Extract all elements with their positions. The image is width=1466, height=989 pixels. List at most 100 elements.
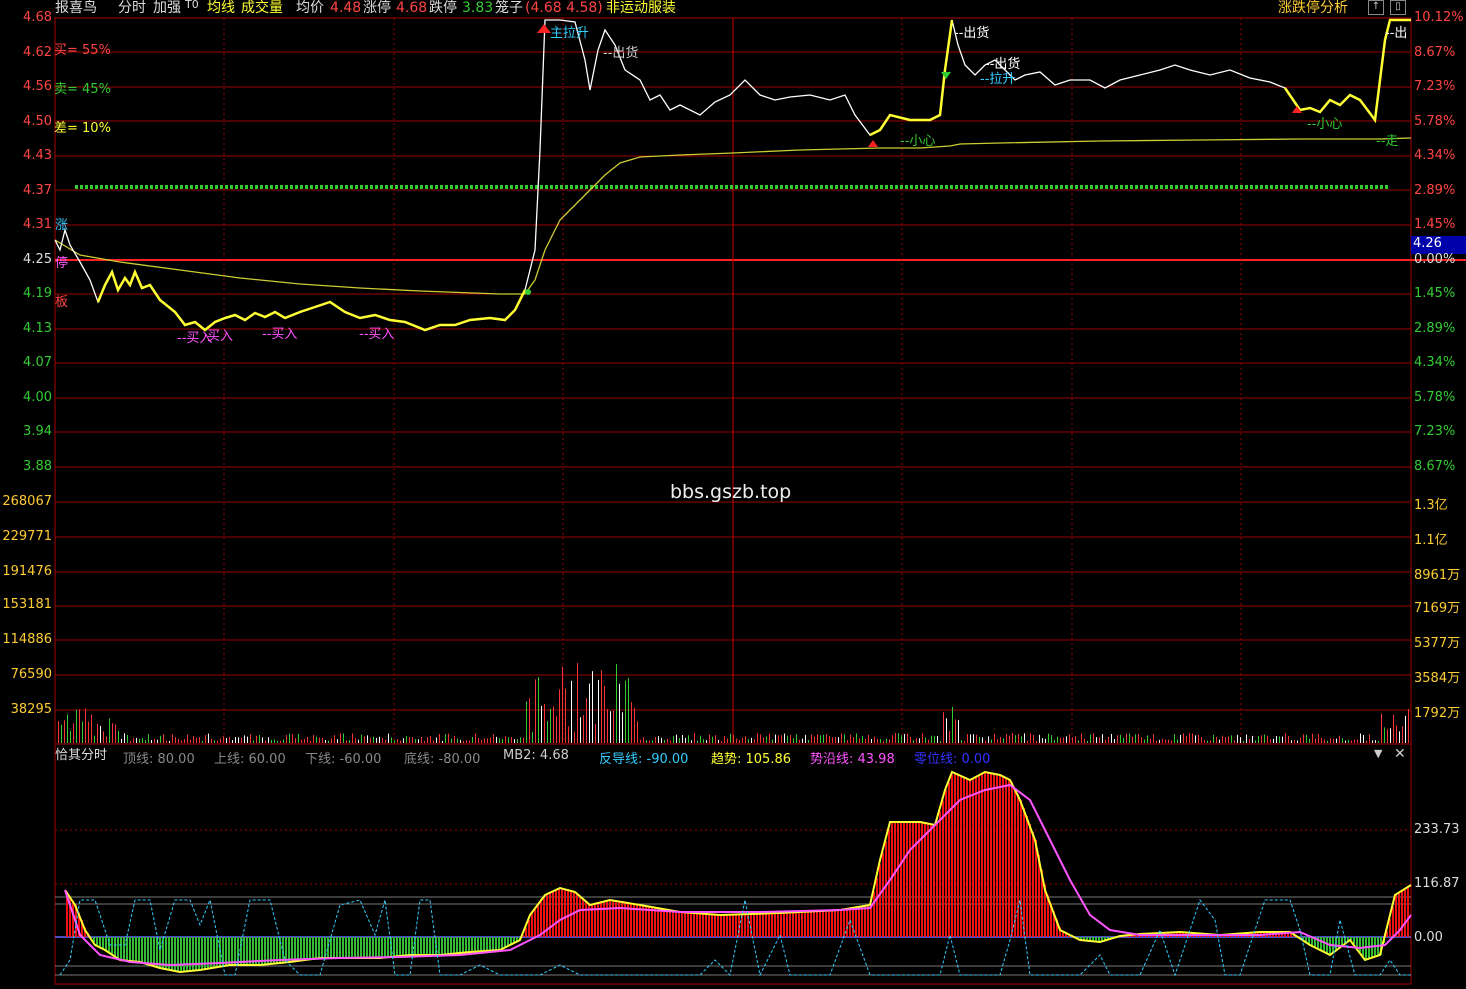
- volume-bar: [76, 709, 77, 743]
- indicator-bar: [765, 913, 767, 937]
- indicator-grid: [55, 829, 1411, 885]
- volume-bar: [547, 721, 548, 743]
- volume-bar: [460, 739, 461, 743]
- volume-bar: [223, 736, 224, 743]
- volume-bar: [496, 736, 497, 743]
- indicator-bar: [393, 937, 395, 957]
- indicator-bar: [1365, 937, 1367, 960]
- indicator-bar: [348, 937, 350, 958]
- volume-bar: [670, 740, 671, 743]
- volume-bar: [136, 737, 137, 743]
- indicator-bar: [864, 906, 866, 937]
- volume-bar: [517, 739, 518, 743]
- indicator-item: MB2: 4.68: [503, 748, 569, 763]
- indicator-bar: [360, 937, 362, 958]
- indicator-bar: [474, 937, 476, 952]
- volume-bar: [208, 733, 209, 743]
- indicator-bar: [816, 911, 818, 937]
- indicator-bar: [135, 937, 137, 962]
- volume-bar: [943, 712, 944, 743]
- annotation-buy: --买入: [262, 327, 298, 342]
- volume-bar: [526, 701, 527, 743]
- indicator-bar: [798, 912, 800, 937]
- volume-bar: [106, 736, 107, 743]
- volume-bar: [319, 737, 320, 743]
- volume-bar: [205, 735, 206, 743]
- volume-bar: [160, 735, 161, 743]
- indicator-bar: [735, 914, 737, 937]
- volume-bar: [1006, 733, 1007, 743]
- volume-bar: [382, 737, 383, 743]
- volume-bar: [622, 712, 623, 743]
- indicator-bar: [300, 937, 302, 961]
- volume-bar: [1018, 734, 1019, 743]
- volume-bar: [1201, 736, 1202, 743]
- volume-bar: [1102, 734, 1103, 743]
- indicator-bar: [495, 937, 497, 951]
- volume-bar: [964, 740, 965, 743]
- indicator-bar: [900, 822, 902, 937]
- volume-bar: [634, 707, 635, 743]
- volume-bar: [1228, 736, 1229, 743]
- indicator-bar: [408, 937, 410, 956]
- volume-bar: [190, 739, 191, 743]
- volume-bar: [652, 740, 653, 743]
- indicator-bar: [996, 774, 998, 937]
- volume-bar: [412, 737, 413, 743]
- volume-bar: [727, 738, 728, 743]
- indicator-bar: [822, 910, 824, 937]
- volume-bar: [544, 704, 545, 743]
- volume-bar: [856, 733, 857, 743]
- indicator-bar: [555, 890, 557, 937]
- indicator-bar: [699, 913, 701, 937]
- volume-bar: [961, 739, 962, 743]
- indicator-bar: [876, 878, 878, 937]
- indicator-bar: [288, 937, 290, 963]
- volume-bar: [1216, 736, 1217, 743]
- watermark: bbs.gszb.top: [670, 481, 792, 503]
- volume-bar: [667, 739, 668, 743]
- volume-bar: [262, 737, 263, 743]
- volume-bar: [1237, 734, 1238, 743]
- indicator-bar: [615, 900, 617, 937]
- percent-axis-label: 1.45%: [1414, 286, 1456, 301]
- volume-bar: [181, 740, 182, 743]
- indicator-bar: [447, 937, 449, 955]
- indicator-bar: [1359, 937, 1361, 952]
- indicator-bar: [459, 937, 461, 954]
- volume-bar: [1186, 735, 1187, 743]
- dropdown-icon[interactable]: ▼: [1374, 747, 1382, 760]
- volume-bar: [919, 738, 920, 743]
- indicator-bar: [387, 937, 389, 958]
- volume-bar: [976, 734, 977, 743]
- volume-bar: [433, 740, 434, 743]
- volume-bar: [133, 738, 134, 743]
- indicator-bar: [801, 911, 803, 937]
- indicator-bar: [732, 914, 734, 937]
- indicator-bar: [702, 913, 704, 937]
- volume-bar: [1168, 739, 1169, 743]
- signal-dot: [525, 289, 531, 295]
- volume-bar: [700, 735, 701, 743]
- indicator-name[interactable]: 恰其分时: [55, 748, 107, 764]
- volume-bar: [409, 737, 410, 743]
- indicator-bar: [384, 937, 386, 958]
- volume-bar: [1048, 733, 1049, 743]
- volume-bar: [1273, 738, 1274, 743]
- indicator-bar: [984, 772, 986, 937]
- indicator-item: 势沿线: 43.98: [810, 752, 895, 767]
- volume-bar: [1159, 739, 1160, 743]
- volume-bar: [958, 720, 959, 743]
- indicator-bar: [825, 910, 827, 937]
- close-icon[interactable]: ✕: [1394, 746, 1406, 762]
- volume-bar: [685, 737, 686, 743]
- volume-bar: [226, 737, 227, 743]
- indicator-bar: [954, 772, 956, 937]
- volume-bar: [355, 738, 356, 743]
- indicator-bar: [189, 937, 191, 972]
- volume-bar: [211, 738, 212, 743]
- indicator-bar: [402, 937, 404, 956]
- volume-bar: [733, 734, 734, 743]
- volume-bar: [343, 733, 344, 743]
- indicator-bar: [711, 914, 713, 937]
